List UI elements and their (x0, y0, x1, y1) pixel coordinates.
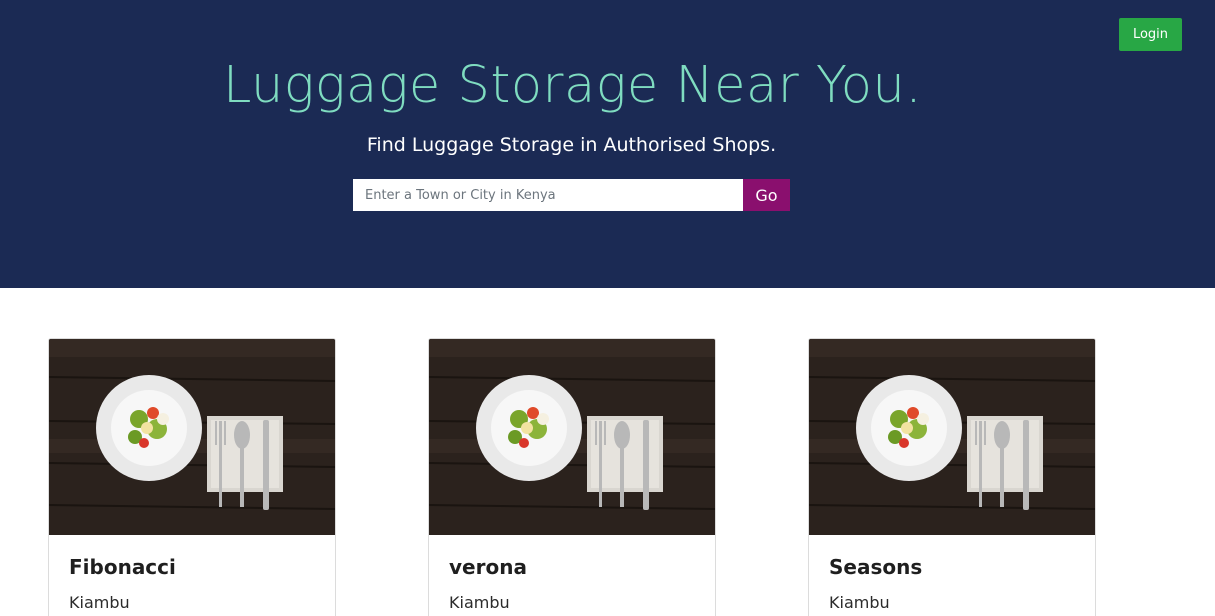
listing-location: Kiambu (829, 593, 890, 612)
listing-name[interactable]: Fibonacci (69, 555, 176, 579)
listing-card[interactable]: Fibonacci Kiambu (48, 338, 336, 616)
login-button[interactable]: Login (1119, 18, 1182, 51)
listing-location: Kiambu (69, 593, 130, 612)
hero-banner: Login Luggage Storage Near You. Find Lug… (0, 0, 1215, 288)
search-input[interactable] (353, 179, 743, 211)
page-title: Luggage Storage Near You. (222, 56, 923, 115)
listing-name[interactable]: verona (449, 555, 527, 579)
listing-card[interactable]: Seasons Kiambu (808, 338, 1096, 616)
listing-name[interactable]: Seasons (829, 555, 922, 579)
listing-card[interactable]: verona Kiambu (428, 338, 716, 616)
food-plate-photo (809, 339, 1095, 535)
listing-location: Kiambu (449, 593, 510, 612)
food-plate-photo (429, 339, 715, 535)
go-button[interactable]: Go (743, 179, 790, 211)
food-plate-photo (49, 339, 335, 535)
page-subtitle: Find Luggage Storage in Authorised Shops… (366, 134, 777, 156)
